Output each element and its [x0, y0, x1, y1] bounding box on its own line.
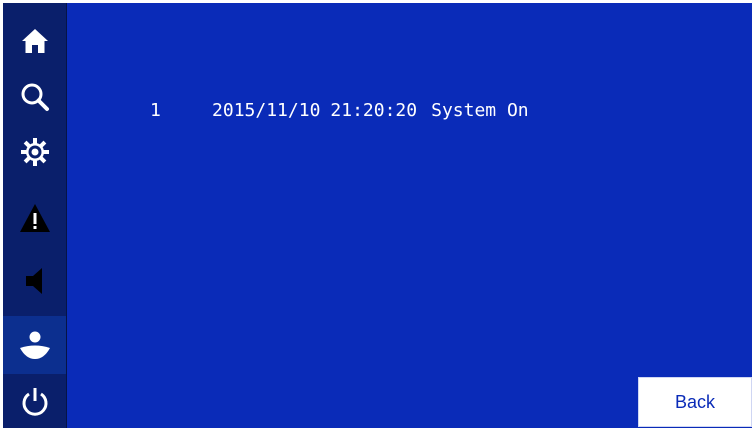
user-icon — [19, 331, 50, 359]
home-icon — [21, 28, 48, 53]
nav-sound[interactable] — [3, 253, 66, 308]
nav-alarm[interactable] — [3, 190, 66, 245]
nav-settings[interactable] — [3, 124, 66, 179]
sidebar-nav — [3, 3, 67, 428]
nav-search[interactable] — [3, 69, 66, 124]
nav-home[interactable] — [3, 13, 66, 68]
log-entry-index: 1 — [150, 100, 161, 121]
log-entry-time: 21:20:20 — [330, 100, 418, 121]
screen: 1 2015/11/10 21:20:20 System On Back — [0, 0, 752, 430]
gear-icon — [20, 137, 49, 166]
power-icon — [22, 387, 47, 416]
log-panel: 1 2015/11/10 21:20:20 System On Back — [67, 3, 752, 428]
log-entry-row: 1 2015/11/10 21:20:20 System On — [85, 78, 529, 121]
back-button[interactable]: Back — [638, 377, 752, 427]
warning-icon — [19, 203, 50, 232]
log-entry-date: 2015/11/10 — [212, 100, 321, 121]
speaker-icon — [25, 267, 42, 294]
nav-user[interactable] — [3, 316, 66, 374]
log-entry-event: System On — [431, 100, 529, 121]
search-icon — [21, 83, 49, 111]
nav-power[interactable] — [3, 374, 66, 429]
